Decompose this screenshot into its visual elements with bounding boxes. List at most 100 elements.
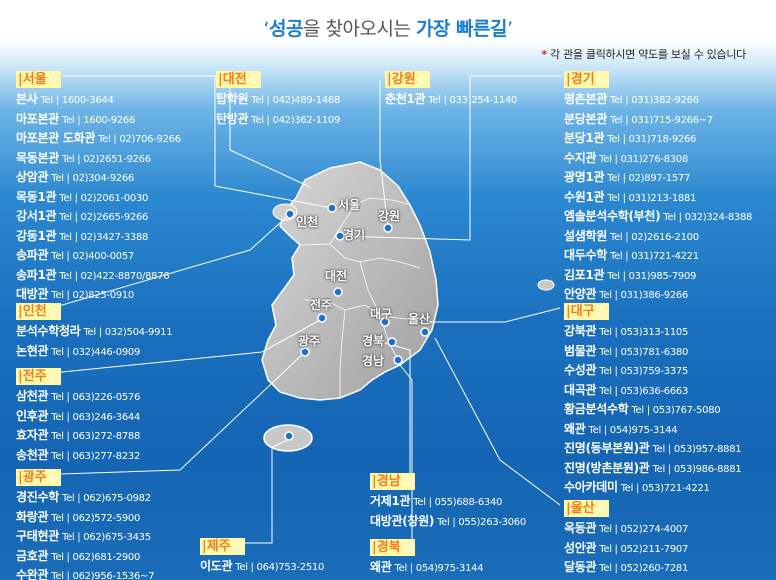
branch-name[interactable]: 범물관	[564, 344, 597, 358]
branch-item[interactable]: 분당1관 Tel | 031)718-9266	[564, 129, 752, 149]
branch-item[interactable]: 강북관 Tel | 053)313-1105	[564, 322, 741, 342]
branch-item[interactable]: 탄방관 Tel | 042)362-1109	[216, 110, 340, 130]
branch-item[interactable]: 대두수학 Tel | 031)721-4221	[564, 246, 752, 266]
branch-item[interactable]: 성안관 Tel | 052)211-7907	[564, 539, 688, 559]
branch-name[interactable]: 논현관	[16, 344, 49, 358]
map-label-gyeonggi[interactable]: 경기	[343, 226, 365, 243]
branch-item[interactable]: 대곡관 Tel | 053)636-6663	[564, 381, 741, 401]
branch-item[interactable]: 설샘학원 Tel | 02)2616-2100	[564, 227, 752, 247]
branch-item[interactable]: 수원1관 Tel | 031)213-1881	[564, 188, 752, 208]
branch-item[interactable]: 광명1관 Tel | 02)897-1577	[564, 168, 752, 188]
branch-item[interactable]: 논현관 Tel | 032)446-0909	[16, 342, 172, 362]
branch-name[interactable]: 강북관	[564, 324, 597, 338]
branch-item[interactable]: 인후관 Tel | 063)246-3644	[16, 407, 140, 427]
branch-item[interactable]: 진명(동부본원)관 Tel | 053)957-8881	[564, 439, 742, 459]
branch-name[interactable]: 옥동관	[564, 521, 597, 535]
gwangju-marker[interactable]	[300, 347, 310, 357]
branch-name[interactable]: 엠솔분석수학(부천)	[564, 209, 661, 223]
branch-item[interactable]: 평촌본관 Tel | 031)382-9266	[564, 90, 752, 110]
branch-item[interactable]: 분당본관 Tel | 031)715-9266~7	[564, 110, 752, 130]
seoul-marker[interactable]	[327, 203, 337, 213]
branch-item[interactable]: 본사 Tel | 1600-3644	[16, 90, 181, 110]
branch-name[interactable]: 목동본관	[16, 151, 59, 165]
branch-name[interactable]: 이도관	[200, 559, 233, 573]
branch-name[interactable]: 대방관(창원)	[370, 514, 434, 528]
branch-name[interactable]: 삼천관	[16, 389, 49, 403]
branch-name[interactable]: 평촌본관	[564, 92, 607, 106]
branch-item[interactable]: 옥동관 Tel | 052)274-4007	[564, 519, 688, 539]
branch-item[interactable]: 강동1관 Tel | 02)3427-3388	[16, 227, 181, 247]
branch-name[interactable]: 강동1관	[16, 229, 57, 243]
branch-item[interactable]: 엠솔분석수학(부천) Tel | 032)324-8388	[564, 207, 752, 227]
branch-item[interactable]: 구태현관 Tel | 062)675-3435	[16, 527, 154, 547]
branch-name[interactable]: 왜관	[370, 560, 392, 574]
branch-name[interactable]: 목동1관	[16, 190, 57, 204]
branch-name[interactable]: 탑학원	[216, 92, 249, 106]
branch-name[interactable]: 마포본관 도화관	[16, 131, 95, 145]
branch-name[interactable]: 대곡관	[564, 383, 597, 397]
branch-item[interactable]: 마포본관 Tel | 1600-9266	[16, 110, 181, 130]
branch-name[interactable]: 구태현관	[16, 529, 59, 543]
branch-name[interactable]: 분석수학청라	[16, 324, 81, 338]
gangwon-marker[interactable]	[383, 223, 393, 233]
branch-item[interactable]: 황금분석수학 Tel | 053)767-5080	[564, 400, 741, 420]
branch-item[interactable]: 진명(방촌분원)관 Tel | 053)986-8881	[564, 459, 742, 479]
branch-name[interactable]: 수아카데미	[564, 480, 618, 494]
branch-name[interactable]: 수성관	[564, 363, 597, 377]
branch-name[interactable]: 대두수학	[564, 248, 607, 262]
branch-name[interactable]: 안양관	[564, 287, 597, 301]
branch-name[interactable]: 상암관	[16, 170, 49, 184]
branch-item[interactable]: 왜관 Tel | 054)975-3144	[564, 420, 741, 440]
branch-name[interactable]: 김포1관	[564, 268, 605, 282]
branch-item[interactable]: 금호관 Tel | 062)681-2900	[16, 547, 154, 567]
map-label-jeonju[interactable]: 전주	[310, 296, 332, 313]
branch-item[interactable]: 송파관 Tel | 02)400-0057	[16, 246, 181, 266]
branch-item[interactable]: 수지관 Tel | 031)276-8308	[564, 149, 752, 169]
map-label-daejeon[interactable]: 대전	[325, 267, 347, 284]
branch-item[interactable]: 송천관 Tel | 063)277-8232	[16, 446, 140, 466]
branch-name[interactable]: 대방관	[16, 287, 49, 301]
branch-name[interactable]: 왜관	[564, 422, 586, 436]
branch-name[interactable]: 금호관	[16, 549, 49, 563]
branch-name[interactable]: 마포본관	[16, 112, 59, 126]
branch-name[interactable]: 춘천1관	[385, 92, 426, 106]
map-label-ulsan[interactable]: 울산	[408, 310, 430, 327]
branch-name[interactable]: 수원1관	[564, 190, 605, 204]
branch-name[interactable]: 본사	[16, 92, 38, 106]
map-label-gyeongnam[interactable]: 경남	[362, 352, 384, 369]
branch-item[interactable]: 이도관 Tel | 064)753-2510	[200, 557, 324, 577]
branch-name[interactable]: 진명(방촌분원)관	[564, 461, 650, 475]
branch-name[interactable]: 송파1관	[16, 268, 57, 282]
gyeongbuk-marker[interactable]	[387, 337, 397, 347]
branch-item[interactable]: 수성관 Tel | 053)759-3375	[564, 361, 741, 381]
branch-item[interactable]: 목동본관 Tel | 02)2651-9266	[16, 149, 181, 169]
branch-name[interactable]: 설샘학원	[564, 229, 607, 243]
branch-item[interactable]: 김포1관 Tel | 031)985-7909	[564, 266, 752, 286]
branch-name[interactable]: 광명1관	[564, 170, 605, 184]
map-label-daegu[interactable]: 대구	[370, 305, 392, 322]
branch-item[interactable]: 상암관 Tel | 02)304-9266	[16, 168, 181, 188]
branch-item[interactable]: 마포본관 도화관 Tel | 02)706-9266	[16, 129, 181, 149]
branch-name[interactable]: 분당본관	[564, 112, 607, 126]
branch-item[interactable]: 수완관 Tel | 062)956-1536~7	[16, 566, 154, 580]
branch-item[interactable]: 송파1관 Tel | 02)422-8870/8876	[16, 266, 181, 286]
branch-name[interactable]: 수완관	[16, 568, 49, 580]
branch-item[interactable]: 달동관 Tel | 052)260-7281	[564, 558, 688, 578]
branch-item[interactable]: 거제1관 Tel | 055)688-6340	[370, 492, 526, 512]
incheon-marker[interactable]	[285, 209, 295, 219]
branch-item[interactable]: 탑학원 Tel | 042)489-1468	[216, 90, 340, 110]
gyeongnam-marker[interactable]	[393, 355, 403, 365]
map-label-seoul[interactable]: 서울	[338, 196, 360, 213]
branch-name[interactable]: 탄방관	[216, 112, 249, 126]
branch-item[interactable]: 분석수학청라 Tel | 032)504-9911	[16, 322, 173, 342]
branch-item[interactable]: 왜관 Tel | 054)975-3144	[370, 558, 484, 578]
branch-name[interactable]: 송파관	[16, 248, 49, 262]
jeju-marker[interactable]	[284, 431, 294, 441]
branch-name[interactable]: 경진수학	[16, 490, 59, 504]
branch-name[interactable]: 분당1관	[564, 131, 605, 145]
branch-item[interactable]: 범물관 Tel | 053)781-6380	[564, 342, 741, 362]
branch-name[interactable]: 강서1관	[16, 209, 57, 223]
branch-item[interactable]: 경진수학 Tel | 062)675-0982	[16, 488, 154, 508]
branch-name[interactable]: 효자관	[16, 428, 49, 442]
branch-item[interactable]: 효자관 Tel | 063)272-8788	[16, 426, 140, 446]
